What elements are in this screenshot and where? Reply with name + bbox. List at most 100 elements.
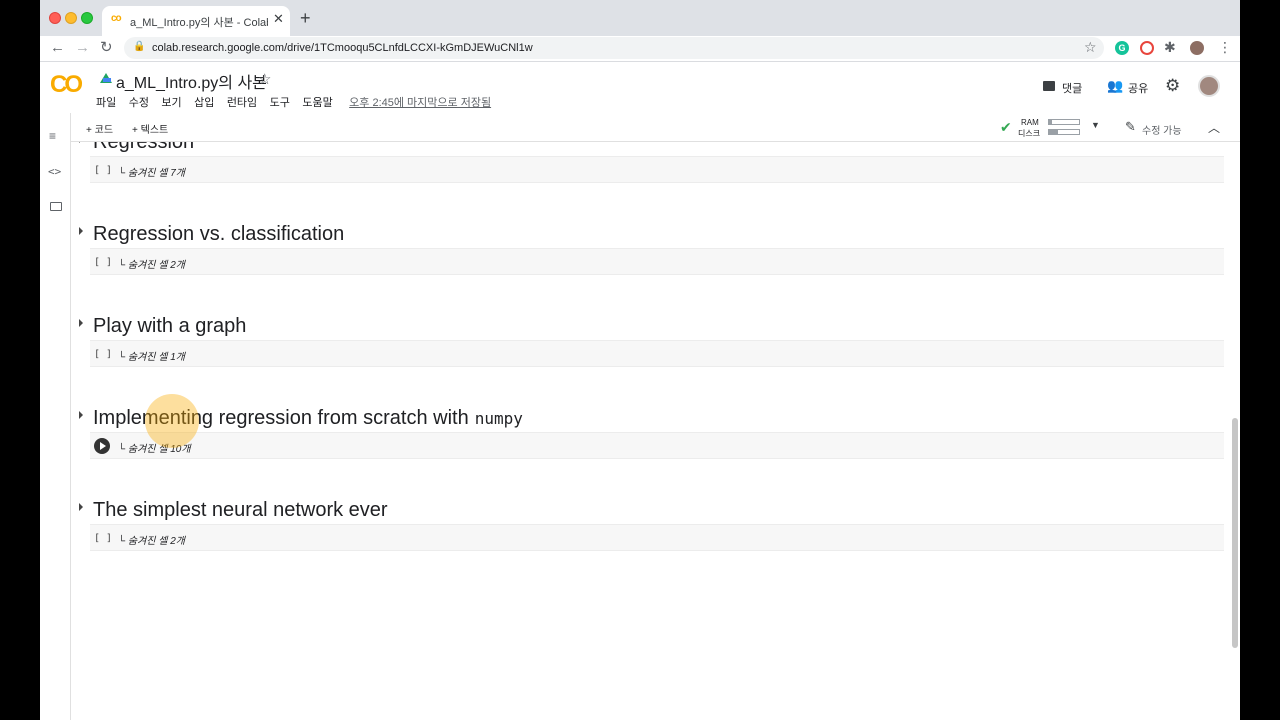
cell-bracket[interactable]: [ ] bbox=[94, 533, 112, 544]
add-code-button[interactable]: + 코드 bbox=[86, 121, 113, 136]
browser-window: co a_ML_Intro.py의 사본 - Colabora ✕ + ← → … bbox=[40, 0, 1240, 720]
hidden-cells-count: 숨겨진 셀 10개 bbox=[127, 444, 191, 455]
notebook-toolbar: + 코드 + 텍스트 ✔ RAM 디스크 ▼ ✎ 수정 가능 ︿ bbox=[40, 113, 1240, 142]
share-people-icon[interactable]: 👥 bbox=[1107, 78, 1123, 94]
run-cell-play-icon[interactable] bbox=[94, 438, 110, 454]
add-text-button[interactable]: + 텍스트 bbox=[132, 121, 168, 136]
hidden-cells-row[interactable]: └ 숨겨진 셀 10개 bbox=[90, 432, 1224, 459]
window-maximize-button[interactable] bbox=[81, 12, 93, 24]
collapse-toggle-icon[interactable] bbox=[79, 227, 83, 235]
hidden-cells-label[interactable]: └ 숨겨진 셀 1개 bbox=[118, 348, 185, 363]
section-title-code: numpy bbox=[474, 409, 523, 428]
grammarly-extension-icon[interactable]: G bbox=[1115, 41, 1129, 55]
table-of-contents-icon[interactable]: ≡ bbox=[49, 129, 56, 143]
last-saved-link[interactable]: 오후 2:45에 마지막으로 저장됨 bbox=[349, 97, 491, 109]
reload-icon[interactable]: ↻ bbox=[100, 39, 113, 57]
back-icon[interactable]: ← bbox=[50, 39, 65, 57]
notebook-scrollbar[interactable] bbox=[1230, 142, 1240, 720]
extensions-puzzle-icon[interactable]: ✱ bbox=[1164, 39, 1178, 55]
menu-runtime[interactable]: 런타임 bbox=[227, 94, 257, 110]
hidden-cells-row[interactable]: [ ] └ 숨겨진 셀 7개 bbox=[90, 156, 1224, 183]
menu-tools[interactable]: 도구 bbox=[270, 94, 290, 110]
settings-gear-icon[interactable]: ⚙ bbox=[1165, 76, 1180, 96]
share-button[interactable]: 공유 bbox=[1128, 80, 1148, 96]
section-title-text: Regression vs. classification bbox=[93, 223, 345, 245]
menu-help[interactable]: 도움말 bbox=[302, 94, 332, 110]
hidden-cells-count: 숨겨진 셀 2개 bbox=[127, 536, 185, 547]
scrollbar-thumb[interactable] bbox=[1232, 418, 1238, 648]
hidden-cells-row[interactable]: [ ] └ 숨겨진 셀 2개 bbox=[90, 248, 1224, 275]
colab-header: CO a_ML_Intro.py의 사본 ☆ 파일 수정 보기 삽입 런타임 도… bbox=[40, 63, 1240, 113]
cell-bracket[interactable]: [ ] bbox=[94, 349, 112, 360]
window-minimize-button[interactable] bbox=[65, 12, 77, 24]
url-text[interactable]: colab.research.google.com/drive/1TCmooqu… bbox=[152, 42, 533, 54]
lock-icon[interactable]: 🔒 bbox=[133, 41, 145, 52]
menu-insert[interactable]: 삽입 bbox=[194, 94, 214, 110]
comment-button[interactable]: 댓글 bbox=[1062, 80, 1082, 96]
section-title: Play with a graph bbox=[93, 312, 246, 340]
browser-tab[interactable]: co a_ML_Intro.py의 사본 - Colabora ✕ bbox=[102, 6, 290, 36]
left-rail: ≡ <> bbox=[40, 113, 71, 720]
section-title: Regression bbox=[93, 142, 194, 156]
chrome-profile-avatar[interactable] bbox=[1190, 41, 1204, 55]
collapse-header-icon[interactable]: ︿ bbox=[1208, 119, 1220, 136]
hidden-cells-label[interactable]: └ 숨겨진 셀 2개 bbox=[118, 532, 185, 547]
hidden-cells-count: 숨겨진 셀 1개 bbox=[127, 352, 185, 363]
hidden-cells-label[interactable]: └ 숨겨진 셀 10개 bbox=[118, 440, 191, 455]
section-title: Implementing regression from scratch wit… bbox=[93, 404, 523, 433]
connected-check-icon[interactable]: ✔ bbox=[1000, 119, 1012, 136]
cell-bracket[interactable]: [ ] bbox=[94, 165, 112, 176]
hidden-cells-row[interactable]: [ ] └ 숨겨진 셀 2개 bbox=[90, 524, 1224, 551]
collapse-toggle-icon[interactable] bbox=[79, 142, 83, 143]
google-drive-icon bbox=[100, 73, 112, 83]
notebook-star-icon[interactable]: ☆ bbox=[258, 70, 271, 88]
new-tab-button[interactable]: + bbox=[300, 9, 311, 27]
menu-edit[interactable]: 수정 bbox=[129, 94, 149, 110]
cell-bracket[interactable]: [ ] bbox=[94, 257, 112, 268]
tab-close-icon[interactable]: ✕ bbox=[273, 11, 284, 27]
extension-target-icon[interactable] bbox=[1140, 41, 1154, 55]
colab-logo-icon[interactable]: CO bbox=[50, 71, 83, 99]
hidden-cells-count: 숨겨진 셀 2개 bbox=[127, 260, 185, 271]
section-title-text: Play with a graph bbox=[93, 315, 247, 337]
edit-pencil-icon[interactable]: ✎ bbox=[1125, 119, 1136, 135]
address-bar[interactable]: 🔒 colab.research.google.com/drive/1TCmoo… bbox=[124, 37, 1104, 59]
disk-label: 디스크 bbox=[1018, 129, 1041, 138]
collapse-toggle-icon[interactable] bbox=[79, 411, 83, 419]
disk-usage-bar[interactable] bbox=[1048, 129, 1080, 135]
hidden-cells-label[interactable]: └ 숨겨진 셀 2개 bbox=[118, 256, 185, 271]
bookmark-star-icon[interactable]: ☆ bbox=[1084, 39, 1097, 56]
menu-view[interactable]: 보기 bbox=[161, 94, 181, 110]
colab-favicon-icon: co bbox=[111, 13, 122, 24]
tab-title: a_ML_Intro.py의 사본 - Colabora bbox=[130, 17, 268, 29]
files-folder-icon[interactable] bbox=[50, 202, 62, 211]
browser-toolbar: ← → ↻ 🔒 colab.research.google.com/drive/… bbox=[40, 36, 1240, 62]
section-title-text: The simplest neural network ever bbox=[93, 499, 388, 521]
code-snippets-icon[interactable]: <> bbox=[48, 165, 61, 178]
hidden-cells-label[interactable]: └ 숨겨진 셀 7개 bbox=[118, 164, 185, 179]
collapse-toggle-icon[interactable] bbox=[79, 319, 83, 327]
notebook-content: Regression [ ] └ 숨겨진 셀 7개 Regression vs.… bbox=[72, 142, 1230, 720]
user-avatar[interactable] bbox=[1198, 75, 1220, 97]
runtime-dropdown-icon[interactable]: ▼ bbox=[1091, 120, 1100, 130]
section-title-text: Regression bbox=[93, 142, 195, 153]
section-title: The simplest neural network ever bbox=[93, 496, 388, 524]
edit-mode-button[interactable]: 수정 가능 bbox=[1142, 122, 1182, 137]
window-close-button[interactable] bbox=[49, 12, 61, 24]
ram-usage-fill bbox=[1049, 120, 1052, 124]
ram-label: RAM bbox=[1021, 118, 1039, 127]
disk-usage-fill bbox=[1049, 130, 1058, 134]
tab-strip: co a_ML_Intro.py의 사본 - Colabora ✕ + bbox=[40, 0, 1240, 36]
menu-bar: 파일 수정 보기 삽입 런타임 도구 도움말 오후 2:45에 마지막으로 저장… bbox=[96, 93, 491, 109]
hidden-cells-row[interactable]: [ ] └ 숨겨진 셀 1개 bbox=[90, 340, 1224, 367]
section-title: Regression vs. classification bbox=[93, 220, 344, 248]
forward-icon[interactable]: → bbox=[75, 39, 90, 57]
chrome-menu-icon[interactable]: ⋮ bbox=[1218, 39, 1232, 56]
menu-file[interactable]: 파일 bbox=[96, 94, 116, 110]
ram-usage-bar[interactable] bbox=[1048, 119, 1080, 125]
comment-icon[interactable] bbox=[1043, 81, 1055, 91]
notebook-title[interactable]: a_ML_Intro.py의 사본 bbox=[116, 69, 267, 93]
section-title-text: Implementing regression from scratch wit… bbox=[93, 407, 469, 429]
hidden-cells-count: 숨겨진 셀 7개 bbox=[127, 168, 185, 179]
collapse-toggle-icon[interactable] bbox=[79, 503, 83, 511]
